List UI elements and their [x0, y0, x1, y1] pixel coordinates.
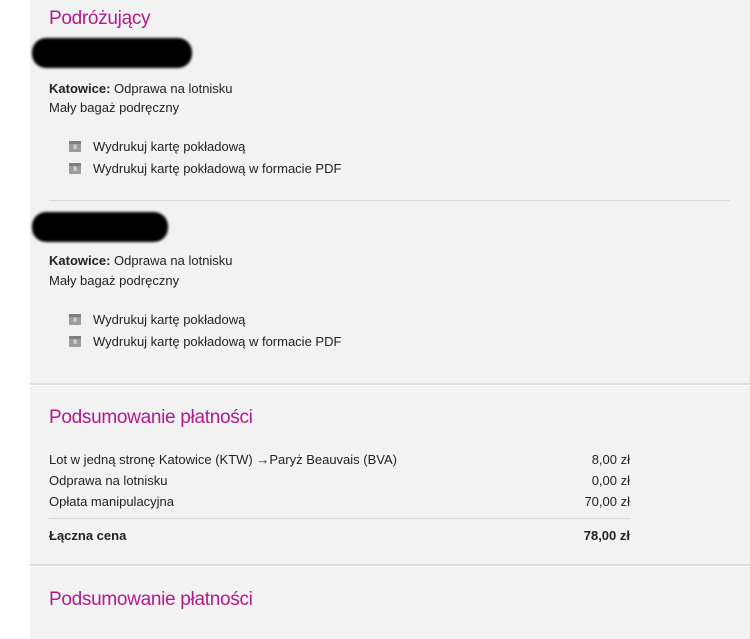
section-divider	[30, 564, 750, 566]
payment-summary-title: Podsumowanie płatności	[49, 407, 253, 428]
checkin-city: Katowice:	[49, 253, 111, 268]
calendar-icon: 8	[69, 163, 81, 174]
baggage-info: Mały bagaż podręczny	[49, 273, 180, 288]
print-boarding-pass-link[interactable]: 8 Wydrukuj kartę pokładową	[69, 139, 245, 154]
calendar-icon: 8	[69, 141, 81, 152]
traveler-divider	[49, 200, 730, 201]
link-label[interactable]: Wydrukuj kartę pokładową	[93, 139, 245, 154]
price-row-value: 70,00 zł	[584, 494, 630, 509]
total-label: Łączna cena	[49, 528, 127, 543]
checkin-info: Katowice: Odprawa na lotnisku	[49, 81, 233, 96]
checkin-city: Katowice:	[49, 81, 111, 96]
print-boarding-pass-link[interactable]: 8 Wydrukuj kartę pokładową	[69, 312, 245, 327]
price-row-label: Odprawa na lotnisku	[49, 473, 168, 488]
total-value: 78,00 zł	[583, 528, 630, 543]
total-divider	[49, 518, 630, 519]
price-row-label: Lot w jedną stronę Katowice (KTW) →Paryż…	[49, 452, 397, 467]
checkin-info: Katowice: Odprawa na lotnisku	[49, 253, 233, 268]
redacted-name	[32, 38, 192, 68]
price-row-label: Opłata manipulacyjna	[49, 494, 175, 509]
section-divider	[30, 383, 750, 385]
redacted-name	[32, 212, 168, 242]
link-label[interactable]: Wydrukuj kartę pokładową w formacie PDF	[93, 334, 341, 349]
print-boarding-pass-pdf-link[interactable]: 8 Wydrukuj kartę pokładową w formacie PD…	[69, 161, 341, 176]
calendar-icon: 8	[69, 336, 81, 347]
link-label[interactable]: Wydrukuj kartę pokładową	[93, 312, 245, 327]
checkin-text: Odprawa na lotnisku	[114, 253, 233, 268]
checkin-text: Odprawa na lotnisku	[114, 81, 233, 96]
price-row-value: 8,00 zł	[591, 452, 630, 467]
travelers-title: Podróżujący	[49, 8, 151, 29]
price-row-value: 0,00 zł	[591, 473, 630, 488]
link-label[interactable]: Wydrukuj kartę pokładową w formacie PDF	[93, 161, 341, 176]
print-boarding-pass-pdf-link[interactable]: 8 Wydrukuj kartę pokładową w formacie PD…	[69, 334, 341, 349]
baggage-info: Mały bagaż podręczny	[49, 100, 180, 115]
payment-summary-title-2: Podsumowanie płatności	[49, 589, 253, 610]
calendar-icon: 8	[69, 314, 81, 325]
